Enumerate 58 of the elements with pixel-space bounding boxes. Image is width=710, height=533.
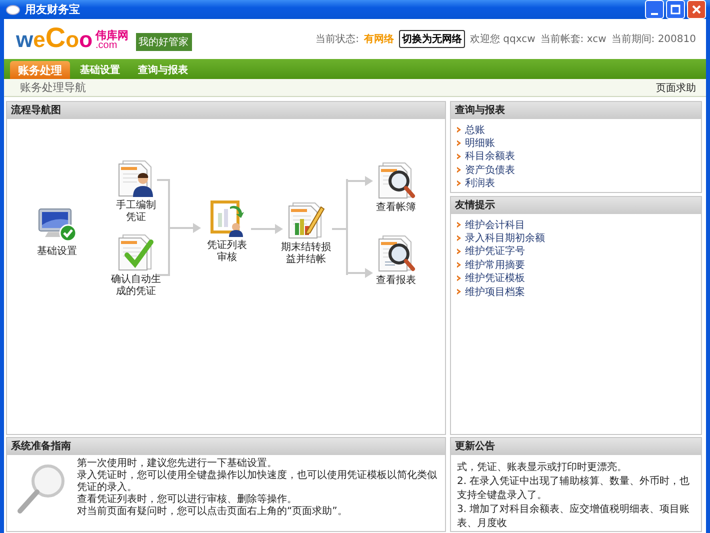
sidebar-link[interactable]: 明细账 <box>465 136 495 150</box>
sidebar-link[interactable]: 维护项目档案 <box>465 284 525 299</box>
flow-node-label[interactable]: 基础设置 <box>37 246 77 258</box>
flow-node-label[interactable]: 手工编制凭证 <box>116 200 156 224</box>
flow-node-label[interactable]: 确认自动生成的凭证 <box>111 274 161 298</box>
sidebar-link[interactable]: 维护凭证模板 <box>465 271 525 286</box>
sidebar-link[interactable]: 录入科目期初余额 <box>465 231 545 246</box>
help-link[interactable]: 页面求助 <box>656 80 696 94</box>
flow-node-label[interactable]: 查看报表 <box>376 275 416 287</box>
flow-node-label[interactable]: 查看帐簿 <box>376 202 416 214</box>
sidebar-link[interactable]: 总账 <box>465 122 485 137</box>
panel-title: 系统准备指南 <box>7 438 445 455</box>
sidebar-link[interactable]: 资产负债表 <box>465 162 515 177</box>
sidebar-link[interactable]: 科目余额表 <box>465 149 515 164</box>
arrow-connector <box>251 224 283 234</box>
panel-title: 友情提示 <box>451 197 701 214</box>
sidebar-link[interactable]: 维护会计科目 <box>465 218 525 232</box>
flow-node-label[interactable]: 期末结转损益并结帐 <box>281 242 331 266</box>
close-icon <box>691 4 702 15</box>
account-text: 当前帐套: xcw <box>540 32 606 46</box>
maximize-button[interactable] <box>666 0 685 19</box>
news-text: 2. 在录入凭证中出现了辅助核算、数量、外币时，也支持全键盘录入了。 <box>457 475 691 503</box>
sidebar-link[interactable]: 维护凭证字号 <box>465 244 525 258</box>
guide-text: 对当前页面有疑问时，您可以点击页面右上角的“页面求助”。 <box>77 506 348 518</box>
chevron-icon <box>457 166 461 173</box>
welcome-text: 欢迎您 qqxcw <box>470 32 536 46</box>
chevron-icon <box>457 126 461 133</box>
site-name: 伟库网 <box>96 31 129 41</box>
sidebar-link[interactable]: 维护常用摘要 <box>465 258 525 272</box>
news-text: 式，凭证、账表显示或打印时更漂亮。 <box>457 461 628 475</box>
window-title: 用友财务宝 <box>25 2 81 17</box>
chevron-icon <box>457 180 461 186</box>
domain-text: .com <box>96 41 118 51</box>
chevron-icon <box>457 275 461 282</box>
status-value: 有网络 <box>364 32 394 46</box>
app-icon <box>6 4 20 14</box>
chevron-icon <box>457 222 461 228</box>
status-label: 当前状态: <box>316 32 359 46</box>
panel-title: 更新公告 <box>451 438 701 455</box>
maximize-icon <box>670 4 681 15</box>
chevron-icon <box>457 288 461 295</box>
slogan-badge: 我的好管家 <box>136 33 192 51</box>
guide-text: 录入凭证时，您可以使用全键盘操作以加快速度，也可以使用凭证模板以简化类似凭证的录入。 <box>77 470 438 494</box>
panel-title: 查询与报表 <box>451 102 701 119</box>
switch-network-button[interactable]: 切换为无网络 <box>399 30 465 48</box>
guide-text: 查看凭证列表时，您可以进行审核、删除等操作。 <box>77 494 298 506</box>
close-button[interactable] <box>687 0 706 19</box>
sidebar-link[interactable]: 利润表 <box>465 176 495 190</box>
news-text: 3. 增加了对科目余额表、应交增值税明细表、项目账表、月度收 <box>457 503 691 531</box>
guide-text: 第一次使用时，建议您先进行一下基础设置。 <box>77 458 278 470</box>
flow-node-label[interactable]: 凭证列表审核 <box>207 240 247 264</box>
panel-title: 流程导航图 <box>7 102 445 119</box>
breadcrumb-title: 账务处理导航 <box>20 80 86 95</box>
brand-logo: weCoo <box>16 27 93 51</box>
minimize-button[interactable] <box>645 0 664 19</box>
period-text: 当前期间: 200810 <box>611 32 696 46</box>
minimize-icon <box>651 12 658 14</box>
chevron-icon <box>457 262 461 268</box>
